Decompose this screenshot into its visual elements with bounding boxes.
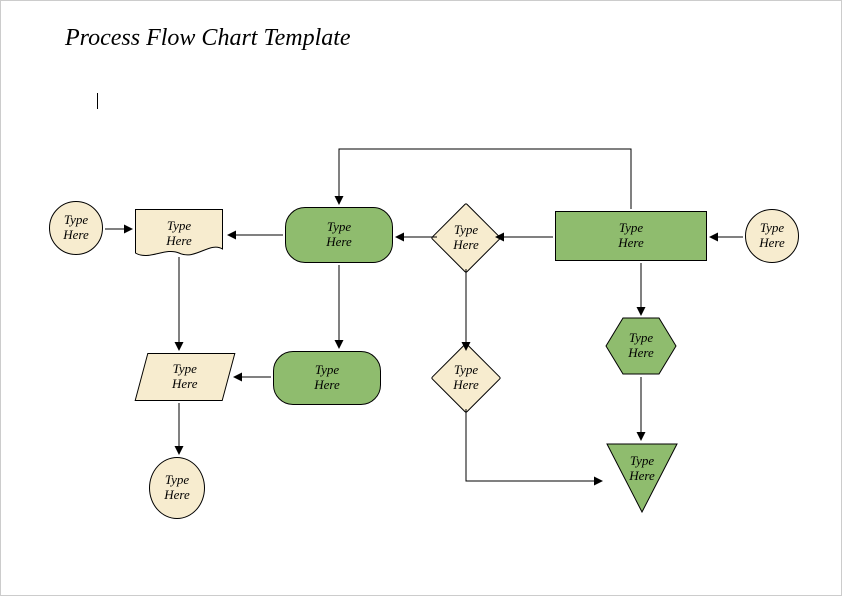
data-parallelogram[interactable]: Type Here (135, 353, 236, 401)
page-title: Process Flow Chart Template (65, 25, 351, 52)
terminator-circle-2[interactable]: Type Here (745, 209, 799, 263)
data-label: Type Here (172, 362, 198, 392)
process-capsule-2[interactable]: Type Here (273, 351, 381, 405)
hexagon-label: Type Here (628, 331, 654, 361)
decision-label-2: Type Here (453, 363, 479, 393)
flowchart-canvas: Process Flow Chart Template Type Here Ty… (0, 0, 842, 596)
terminator-circle-1[interactable]: Type Here (49, 201, 103, 255)
terminator-ellipse[interactable]: Type Here (149, 457, 205, 519)
preparation-hexagon[interactable]: Type Here (605, 317, 677, 375)
triangle-label: Type Here (629, 454, 655, 484)
decision-label-1: Type Here (453, 223, 479, 253)
document-label: Type Here (166, 219, 192, 249)
decision-diamond-1[interactable]: Type Here (431, 203, 501, 273)
connector-arrows (1, 1, 842, 597)
merge-triangle[interactable]: Type Here (606, 443, 678, 513)
document-node[interactable]: Type Here (135, 209, 223, 259)
text-cursor (97, 93, 98, 109)
process-rect[interactable]: Type Here (555, 211, 707, 261)
decision-diamond-2[interactable]: Type Here (431, 343, 501, 413)
process-capsule-1[interactable]: Type Here (285, 207, 393, 263)
